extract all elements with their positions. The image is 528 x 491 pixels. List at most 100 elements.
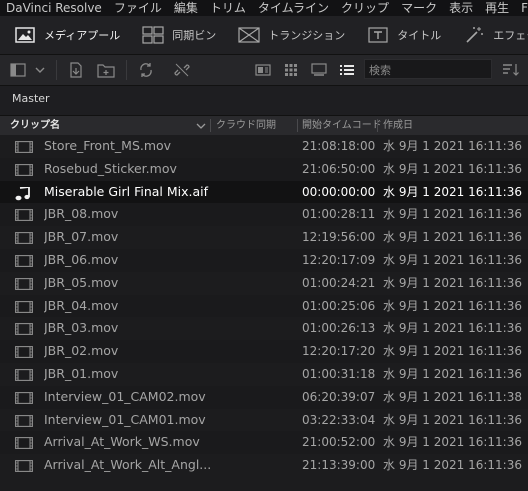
menu-mark[interactable]: マーク bbox=[395, 0, 443, 16]
date-created: 水 9月 1 2021 16:11:36 bbox=[383, 161, 522, 176]
breadcrumb-master[interactable]: Master bbox=[12, 92, 50, 105]
start-timecode: 12:20:17:20 bbox=[302, 344, 376, 359]
top-toolbar: メディアプール 同期ビン トランジション タイトル エフェクト bbox=[0, 16, 528, 55]
filmstrip-view-icon[interactable] bbox=[310, 60, 328, 80]
clip-name: JBR_08.mov bbox=[44, 206, 119, 222]
menu-view[interactable]: 表示 bbox=[443, 0, 479, 16]
table-row[interactable]: JBR_07.mov 12:19:56:00 水 9月 1 2021 16:11:3… bbox=[0, 226, 528, 249]
unlink-icon[interactable] bbox=[172, 60, 192, 80]
table-row[interactable]: JBR_08.mov 01:00:28:11 水 9月 1 2021 16:11:3… bbox=[0, 203, 528, 227]
date-created: 水 9月 1 2021 16:11:36 bbox=[383, 275, 522, 290]
clip-name: JBR_07.mov bbox=[44, 229, 119, 245]
clip-name: Store_Front_MS.mov bbox=[44, 138, 172, 153]
menu-davinci-resolve[interactable]: DaVinci Resolve bbox=[0, 0, 108, 16]
start-timecode: 01:00:24:21 bbox=[302, 275, 376, 290]
clip-name: JBR_01.mov bbox=[44, 365, 119, 381]
titles-icon bbox=[367, 26, 389, 44]
clip-name: Miserable Girl Final Mix.aif bbox=[44, 183, 209, 199]
transitions-button[interactable]: トランジション bbox=[226, 16, 355, 54]
table-row[interactable]: JBR_06.mov 12:20:17:09 水 9月 1 2021 16:11:3… bbox=[0, 248, 528, 272]
start-timecode: 21:06:50:00 bbox=[302, 161, 376, 176]
video-clip-icon bbox=[15, 232, 33, 247]
video-clip-icon bbox=[15, 141, 33, 156]
menu-file[interactable]: ファイル bbox=[108, 0, 168, 16]
thumbnail-view-icon[interactable] bbox=[282, 60, 300, 80]
start-timecode: 12:20:17:09 bbox=[302, 252, 376, 267]
column-divider[interactable] bbox=[297, 119, 298, 132]
sync-icon[interactable] bbox=[136, 60, 156, 80]
menu-fusion[interactable]: Fusion bbox=[515, 0, 528, 16]
table-row[interactable]: JBR_03.mov 01:00:26:13 水 9月 1 2021 16:11:3… bbox=[0, 317, 528, 341]
menu-timeline[interactable]: タイムライン bbox=[252, 0, 335, 16]
menu-edit[interactable]: 編集 bbox=[168, 0, 204, 16]
effects-button[interactable]: エフェクト bbox=[451, 16, 528, 54]
table-row[interactable]: Store_Front_MS.mov 21:08:18:00 水 9月 1 2021… bbox=[0, 135, 528, 158]
column-divider[interactable] bbox=[210, 119, 211, 132]
menu-playback[interactable]: 再生 bbox=[479, 0, 515, 16]
sort-chevron-down-icon[interactable] bbox=[196, 116, 206, 135]
new-bin-icon[interactable] bbox=[96, 60, 116, 80]
titles-button[interactable]: タイトル bbox=[355, 16, 451, 54]
video-clip-icon bbox=[15, 437, 33, 452]
column-header-start-timecode[interactable]: 開始タイムコード bbox=[302, 116, 382, 135]
list-view-icon[interactable] bbox=[338, 60, 356, 80]
menu-clip[interactable]: クリップ bbox=[335, 0, 395, 16]
video-clip-icon bbox=[15, 460, 33, 475]
bin-list-toggle-icon[interactable] bbox=[8, 60, 28, 80]
clip-name: Interview_01_CAM01.mov bbox=[44, 411, 206, 427]
controls-divider bbox=[56, 60, 57, 80]
video-clip-icon bbox=[15, 369, 33, 384]
video-clip-icon bbox=[15, 414, 33, 430]
transitions-icon bbox=[238, 26, 260, 44]
date-created: 水 9月 1 2021 16:11:36 bbox=[383, 139, 522, 153]
sync-bin-icon bbox=[142, 26, 164, 44]
titles-label: タイトル bbox=[397, 29, 442, 42]
start-timecode: 06:20:39:07 bbox=[302, 389, 376, 404]
table-row[interactable]: JBR_05.mov 01:00:24:21 水 9月 1 2021 16:11:3… bbox=[0, 271, 528, 295]
sort-options-icon[interactable] bbox=[500, 60, 522, 80]
clip-name: JBR_02.mov bbox=[44, 343, 119, 359]
table-row[interactable]: Miserable Girl Final Mix.aif 00:00:00:00 水… bbox=[0, 180, 528, 204]
start-timecode: 01:00:25:06 bbox=[302, 298, 376, 313]
clip-name: JBR_03.mov bbox=[44, 320, 119, 336]
table-row[interactable]: Arrival_At_Work_Alt_Angl... 21:13:39:00 水 … bbox=[0, 454, 528, 477]
table-row[interactable]: JBR_02.mov 12:20:17:20 水 9月 1 2021 16:11:3… bbox=[0, 340, 528, 363]
metadata-view-icon[interactable] bbox=[254, 60, 272, 80]
video-clip-icon bbox=[15, 346, 33, 361]
import-media-icon[interactable] bbox=[66, 60, 86, 80]
media-pool-icon bbox=[14, 26, 36, 44]
table-row[interactable]: Interview_01_CAM02.mov 06:20:39:07 水 9月 1 … bbox=[0, 385, 528, 409]
search-input[interactable] bbox=[365, 60, 497, 80]
table-row[interactable]: JBR_01.mov 01:00:31:18 水 9月 1 2021 16:11:3… bbox=[0, 362, 528, 386]
date-created: 水 9月 1 2021 16:11:36 bbox=[383, 321, 522, 336]
table-row[interactable]: Interview_01_CAM01.mov 03:22:33:04 水 9月 1 … bbox=[0, 408, 528, 432]
column-header-cloud-sync[interactable]: クラウド同期 bbox=[216, 116, 276, 135]
magic-wand-icon bbox=[463, 26, 485, 44]
clip-name: JBR_05.mov bbox=[44, 274, 119, 290]
sync-bin-label: 同期ビン bbox=[172, 29, 217, 42]
table-row[interactable]: Arrival_At_Work_WS.mov 21:00:52:00 水 9月 1 … bbox=[0, 431, 528, 455]
video-clip-icon bbox=[15, 323, 33, 338]
column-header-clip-name[interactable]: クリップ名 bbox=[10, 116, 60, 135]
table-row[interactable]: Rosebud_Sticker.mov 21:06:50:00 水 9月 1 202… bbox=[0, 157, 528, 181]
media-pool-button[interactable]: メディアプール bbox=[0, 16, 130, 54]
table-row[interactable]: JBR_04.mov 01:00:25:06 水 9月 1 2021 16:11:3… bbox=[0, 294, 528, 318]
clip-list: Store_Front_MS.mov 21:08:18:00 水 9月 1 2021… bbox=[0, 135, 528, 477]
date-created: 水 9月 1 2021 16:11:36 bbox=[383, 184, 522, 199]
breadcrumb: Master bbox=[0, 86, 528, 115]
sync-bin-button[interactable]: 同期ビン bbox=[130, 16, 226, 54]
controls-divider bbox=[126, 60, 127, 80]
video-clip-icon bbox=[15, 255, 33, 270]
date-created: 水 9月 1 2021 16:11:36 bbox=[383, 298, 522, 313]
media-pool-label: メディアプール bbox=[44, 29, 121, 42]
column-header-date-created[interactable]: 作成日 bbox=[383, 116, 413, 135]
transitions-label: トランジション bbox=[268, 29, 346, 42]
column-divider[interactable] bbox=[377, 119, 378, 132]
menu-bar: DaVinci Resolve ファイル 編集 トリム タイムライン クリップ … bbox=[0, 0, 528, 16]
start-timecode: 01:00:31:18 bbox=[302, 366, 376, 381]
menu-trim[interactable]: トリム bbox=[204, 0, 252, 16]
date-created: 水 9月 1 2021 16:11:36 bbox=[383, 366, 522, 381]
start-timecode: 21:13:39:00 bbox=[302, 458, 376, 473]
chevron-down-icon[interactable] bbox=[32, 60, 48, 80]
search-field[interactable] bbox=[364, 59, 497, 80]
